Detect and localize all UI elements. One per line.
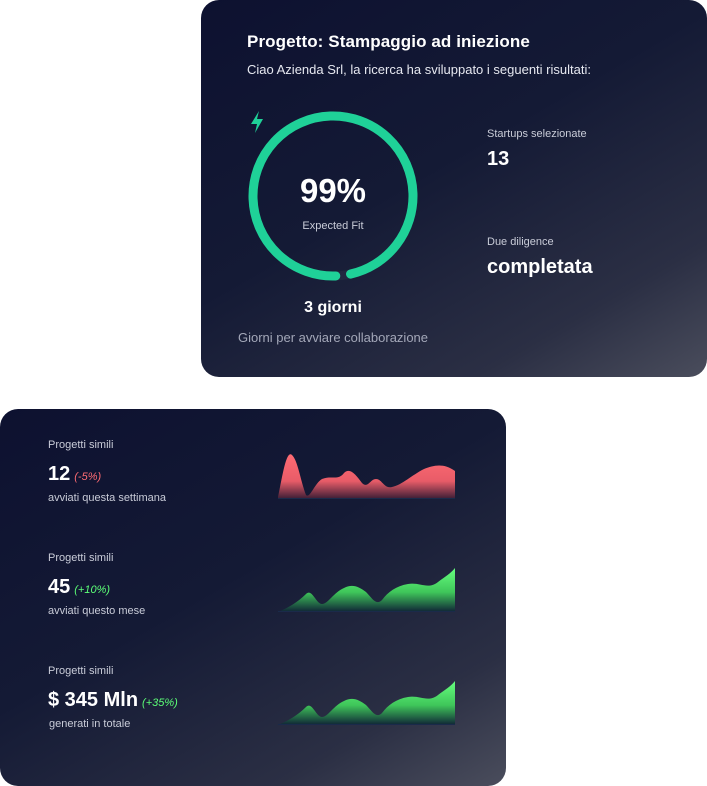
similar-number: 45	[48, 576, 71, 598]
similar-desc: avviati questa settimana	[48, 492, 167, 504]
similar-desc: avviati questo mese	[48, 605, 146, 617]
similar-desc: generati in totale	[49, 718, 131, 730]
similar-value: 12 (-5%)	[48, 463, 101, 486]
expected-fit-value: 99%	[299, 172, 367, 209]
sparkline-month	[278, 568, 455, 612]
days-value: 3 giorni	[304, 299, 362, 316]
similar-label: Progetti simili	[48, 665, 114, 677]
project-summary-card: Progetto: Stampaggio ad iniezione Ciao A…	[201, 0, 707, 377]
similar-change: (+35%)	[142, 697, 178, 709]
due-diligence-value: completata	[487, 256, 593, 278]
similar-label: Progetti simili	[48, 439, 114, 451]
sparkline-area	[278, 568, 455, 612]
startups-label: Startups selezionate	[487, 128, 587, 140]
similar-value: 45 (+10%)	[48, 576, 110, 599]
days-label: Giorni per avviare collaborazione	[237, 330, 429, 345]
similar-label: Progetti simili	[48, 552, 114, 564]
similar-row-week: Progetti simili 12 (-5%) avviati questa s…	[48, 439, 468, 539]
project-subtitle: Ciao Azienda Srl, la ricerca ha sviluppa…	[247, 62, 591, 77]
sparkline-week	[278, 454, 455, 499]
startups-value: 13	[487, 148, 510, 170]
similar-row-total: Progetti simili $ 345 Mln (+35%) generati…	[48, 665, 468, 765]
expected-fit-gauge: 99% Expected Fit	[247, 110, 419, 282]
similar-projects-card: Progetti simili 12 (-5%) avviati questa s…	[0, 409, 506, 786]
lightning-bolt-icon	[251, 111, 263, 133]
sparkline-total	[278, 681, 455, 725]
similar-number: 12	[48, 463, 71, 485]
sparkline-area	[278, 454, 455, 499]
similar-number: $ 345 Mln	[48, 689, 139, 711]
project-title: Progetto: Stampaggio ad iniezione	[247, 32, 530, 51]
due-diligence-label: Due diligence	[487, 236, 554, 248]
similar-value: $ 345 Mln (+35%)	[48, 689, 178, 712]
expected-fit-label: Expected Fit	[302, 220, 364, 232]
similar-change: (-5%)	[74, 471, 102, 483]
sparkline-area	[278, 681, 455, 725]
similar-change: (+10%)	[74, 584, 111, 596]
similar-row-month: Progetti simili 45 (+10%) avviati questo …	[48, 552, 468, 652]
